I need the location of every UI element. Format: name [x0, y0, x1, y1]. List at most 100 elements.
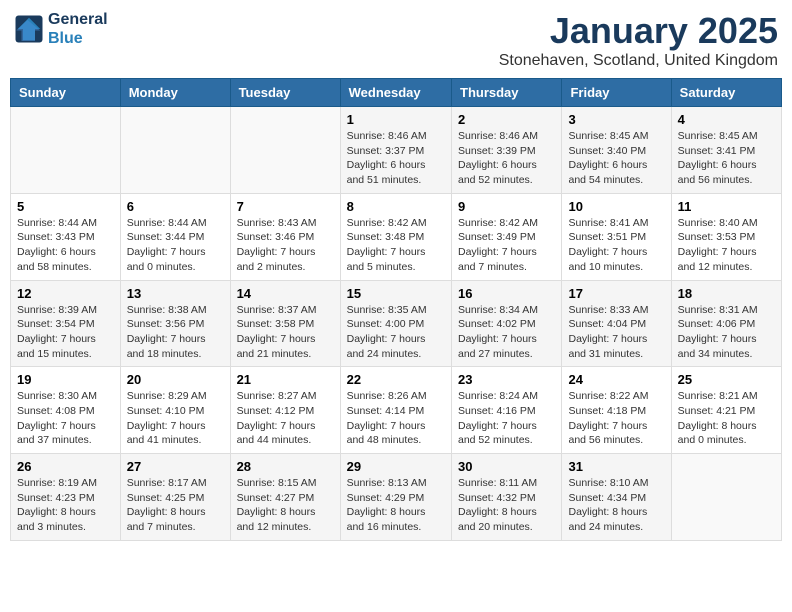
day-info: Sunrise: 8:26 AMSunset: 4:14 PMDaylight:… — [347, 389, 445, 448]
day-info: Sunrise: 8:33 AMSunset: 4:04 PMDaylight:… — [568, 303, 664, 362]
calendar-cell: 11Sunrise: 8:40 AMSunset: 3:53 PMDayligh… — [671, 193, 781, 280]
day-info: Sunrise: 8:46 AMSunset: 3:37 PMDaylight:… — [347, 129, 445, 188]
day-number: 20 — [127, 372, 224, 387]
day-info: Sunrise: 8:22 AMSunset: 4:18 PMDaylight:… — [568, 389, 664, 448]
calendar-cell: 27 Sunrise: 8:17 AMSunset: 4:25 PMDayligh… — [120, 454, 230, 541]
calendar-cell: 15 Sunrise: 8:35 AMSunset: 4:00 PMDayligh… — [340, 280, 451, 367]
calendar-cell: 13 Sunrise: 8:38 AMSunset: 3:56 PMDayligh… — [120, 280, 230, 367]
calendar-cell: 25Sunrise: 8:21 AMSunset: 4:21 PMDayligh… — [671, 367, 781, 454]
day-number: 11 — [678, 199, 775, 214]
month-title: January 2025 — [499, 10, 778, 52]
day-info: Sunrise: 8:21 AMSunset: 4:21 PMDaylight:… — [678, 389, 775, 448]
calendar-cell — [11, 107, 121, 194]
day-number: 17 — [568, 286, 664, 301]
day-number: 29 — [347, 459, 445, 474]
calendar-cell: 30 Sunrise: 8:11 AMSunset: 4:32 PMDayligh… — [452, 454, 562, 541]
day-info: Sunrise: 8:13 AMSunset: 4:29 PMDaylight:… — [347, 476, 445, 535]
calendar-cell: 8Sunrise: 8:42 AMSunset: 3:48 PMDaylight… — [340, 193, 451, 280]
calendar-cell: 6Sunrise: 8:44 AMSunset: 3:44 PMDaylight… — [120, 193, 230, 280]
day-info: Sunrise: 8:19 AMSunset: 4:23 PMDaylight:… — [17, 476, 114, 535]
day-number: 9 — [458, 199, 555, 214]
calendar-cell: 16 Sunrise: 8:34 AMSunset: 4:02 PMDayligh… — [452, 280, 562, 367]
day-number: 21 — [237, 372, 334, 387]
day-info: Sunrise: 8:38 AMSunset: 3:56 PMDaylight:… — [127, 303, 224, 362]
day-number: 12 — [17, 286, 114, 301]
day-number: 13 — [127, 286, 224, 301]
calendar-cell: 21 Sunrise: 8:27 AMSunset: 4:12 PMDayligh… — [230, 367, 340, 454]
day-number: 28 — [237, 459, 334, 474]
calendar-cell — [230, 107, 340, 194]
calendar-week-4: 26 Sunrise: 8:19 AMSunset: 4:23 PMDayligh… — [11, 454, 782, 541]
logo-icon — [14, 14, 44, 44]
calendar-cell: 28 Sunrise: 8:15 AMSunset: 4:27 PMDayligh… — [230, 454, 340, 541]
calendar-week-2: 12 Sunrise: 8:39 AMSunset: 3:54 PMDayligh… — [11, 280, 782, 367]
page-header: General Blue January 2025 Stonehaven, Sc… — [10, 10, 782, 70]
day-info: Sunrise: 8:44 AMSunset: 3:43 PMDaylight:… — [17, 216, 114, 275]
title-block: January 2025 Stonehaven, Scotland, Unite… — [499, 10, 778, 70]
logo: General Blue — [14, 10, 108, 48]
day-info: Sunrise: 8:45 AMSunset: 3:41 PMDaylight:… — [678, 129, 775, 188]
location-title: Stonehaven, Scotland, United Kingdom — [499, 52, 778, 70]
calendar-cell: 23Sunrise: 8:24 AMSunset: 4:16 PMDayligh… — [452, 367, 562, 454]
day-info: Sunrise: 8:15 AMSunset: 4:27 PMDaylight:… — [237, 476, 334, 535]
day-info: Sunrise: 8:46 AMSunset: 3:39 PMDaylight:… — [458, 129, 555, 188]
header-saturday: Saturday — [671, 79, 781, 107]
day-info: Sunrise: 8:37 AMSunset: 3:58 PMDaylight:… — [237, 303, 334, 362]
calendar-cell: 4Sunrise: 8:45 AMSunset: 3:41 PMDaylight… — [671, 107, 781, 194]
day-number: 18 — [678, 286, 775, 301]
header-thursday: Thursday — [452, 79, 562, 107]
calendar-cell: 3 Sunrise: 8:45 AMSunset: 3:40 PMDaylight… — [562, 107, 671, 194]
day-number: 26 — [17, 459, 114, 474]
day-info: Sunrise: 8:35 AMSunset: 4:00 PMDaylight:… — [347, 303, 445, 362]
calendar-cell: 31Sunrise: 8:10 AMSunset: 4:34 PMDayligh… — [562, 454, 671, 541]
calendar-cell: 10 Sunrise: 8:41 AMSunset: 3:51 PMDayligh… — [562, 193, 671, 280]
day-number: 30 — [458, 459, 555, 474]
day-number: 5 — [17, 199, 114, 214]
header-friday: Friday — [562, 79, 671, 107]
header-wednesday: Wednesday — [340, 79, 451, 107]
day-info: Sunrise: 8:29 AMSunset: 4:10 PMDaylight:… — [127, 389, 224, 448]
calendar-cell: 2 Sunrise: 8:46 AMSunset: 3:39 PMDaylight… — [452, 107, 562, 194]
calendar-cell: 22Sunrise: 8:26 AMSunset: 4:14 PMDayligh… — [340, 367, 451, 454]
calendar-cell: 19Sunrise: 8:30 AMSunset: 4:08 PMDayligh… — [11, 367, 121, 454]
calendar-table: Sunday Monday Tuesday Wednesday Thursday… — [10, 78, 782, 541]
day-info: Sunrise: 8:17 AMSunset: 4:25 PMDaylight:… — [127, 476, 224, 535]
day-info: Sunrise: 8:24 AMSunset: 4:16 PMDaylight:… — [458, 389, 555, 448]
calendar-cell: 1Sunrise: 8:46 AMSunset: 3:37 PMDaylight… — [340, 107, 451, 194]
day-info: Sunrise: 8:39 AMSunset: 3:54 PMDaylight:… — [17, 303, 114, 362]
day-number: 8 — [347, 199, 445, 214]
day-info: Sunrise: 8:31 AMSunset: 4:06 PMDaylight:… — [678, 303, 775, 362]
day-info: Sunrise: 8:42 AMSunset: 3:49 PMDaylight:… — [458, 216, 555, 275]
day-number: 19 — [17, 372, 114, 387]
calendar-cell: 18 Sunrise: 8:31 AMSunset: 4:06 PMDayligh… — [671, 280, 781, 367]
day-number: 3 — [568, 112, 664, 127]
calendar-cell: 29 Sunrise: 8:13 AMSunset: 4:29 PMDayligh… — [340, 454, 451, 541]
day-info: Sunrise: 8:43 AMSunset: 3:46 PMDaylight:… — [237, 216, 334, 275]
calendar-cell: 5 Sunrise: 8:44 AMSunset: 3:43 PMDaylight… — [11, 193, 121, 280]
day-number: 15 — [347, 286, 445, 301]
calendar-cell — [120, 107, 230, 194]
day-info: Sunrise: 8:44 AMSunset: 3:44 PMDaylight:… — [127, 216, 224, 275]
day-info: Sunrise: 8:34 AMSunset: 4:02 PMDaylight:… — [458, 303, 555, 362]
day-number: 16 — [458, 286, 555, 301]
calendar-header-row: Sunday Monday Tuesday Wednesday Thursday… — [11, 79, 782, 107]
day-number: 27 — [127, 459, 224, 474]
day-number: 2 — [458, 112, 555, 127]
day-info: Sunrise: 8:27 AMSunset: 4:12 PMDaylight:… — [237, 389, 334, 448]
calendar-week-0: 1Sunrise: 8:46 AMSunset: 3:37 PMDaylight… — [11, 107, 782, 194]
calendar-cell: 17 Sunrise: 8:33 AMSunset: 4:04 PMDayligh… — [562, 280, 671, 367]
calendar-cell — [671, 454, 781, 541]
day-info: Sunrise: 8:41 AMSunset: 3:51 PMDaylight:… — [568, 216, 664, 275]
day-info: Sunrise: 8:11 AMSunset: 4:32 PMDaylight:… — [458, 476, 555, 535]
calendar-cell: 9 Sunrise: 8:42 AMSunset: 3:49 PMDaylight… — [452, 193, 562, 280]
day-number: 7 — [237, 199, 334, 214]
calendar-cell: 20 Sunrise: 8:29 AMSunset: 4:10 PMDayligh… — [120, 367, 230, 454]
day-number: 10 — [568, 199, 664, 214]
calendar-week-3: 19Sunrise: 8:30 AMSunset: 4:08 PMDayligh… — [11, 367, 782, 454]
day-info: Sunrise: 8:45 AMSunset: 3:40 PMDaylight:… — [568, 129, 664, 188]
header-tuesday: Tuesday — [230, 79, 340, 107]
day-number: 14 — [237, 286, 334, 301]
calendar-cell: 14 Sunrise: 8:37 AMSunset: 3:58 PMDayligh… — [230, 280, 340, 367]
calendar-cell: 24Sunrise: 8:22 AMSunset: 4:18 PMDayligh… — [562, 367, 671, 454]
calendar-cell: 26 Sunrise: 8:19 AMSunset: 4:23 PMDayligh… — [11, 454, 121, 541]
